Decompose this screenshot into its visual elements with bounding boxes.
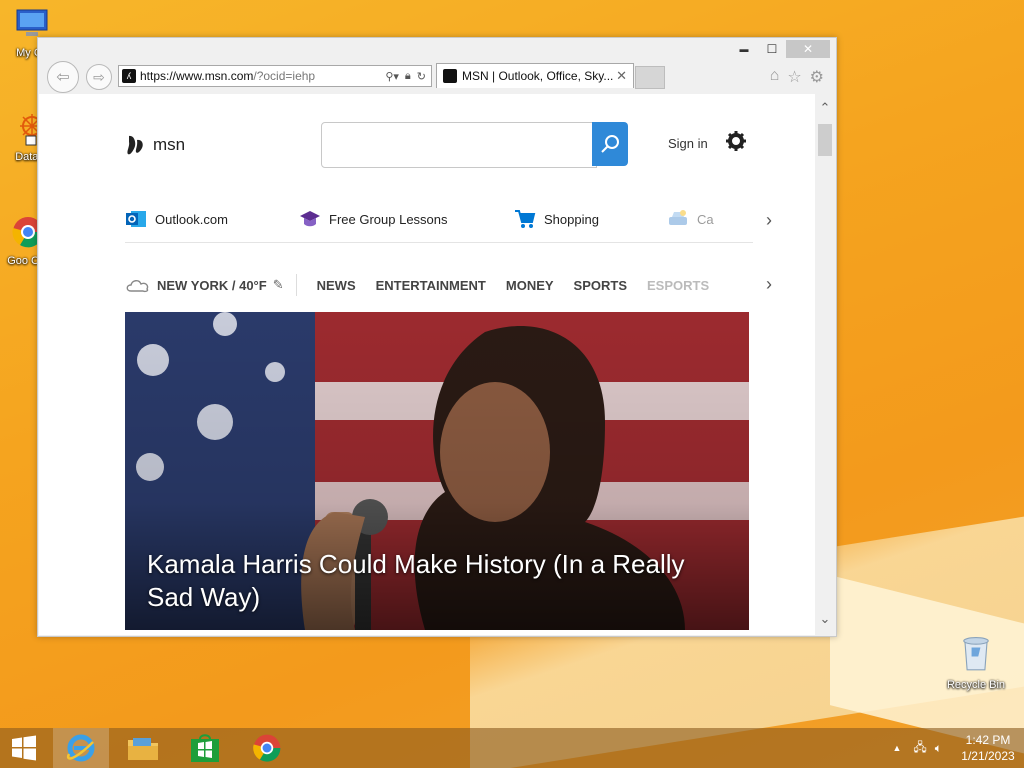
- scroll-down-arrow-icon[interactable]: ⌄: [815, 611, 835, 629]
- quick-link-cars[interactable]: Ca: [667, 208, 714, 230]
- nav-money[interactable]: MONEY: [506, 278, 554, 293]
- clock-time: 1:42 PM: [965, 733, 1011, 747]
- address-bar[interactable]: ʎ https://www.msn.com /?ocid=iehp ⚲▾ 🔒︎ …: [118, 65, 432, 87]
- nav-sports[interactable]: SPORTS: [574, 278, 627, 293]
- browser-tab-msn[interactable]: MSN | Outlook, Office, Sky... ✕: [436, 63, 634, 88]
- window-controls: ▬ ☐ ✕: [730, 40, 830, 60]
- address-tools: ⚲▾ 🔒︎ ↻: [385, 70, 431, 83]
- refresh-icon[interactable]: ↻: [417, 70, 426, 83]
- tab-close-icon[interactable]: ✕: [616, 68, 627, 84]
- edit-pencil-icon[interactable]: ✎: [273, 277, 284, 293]
- desktop-icon-recycle-bin[interactable]: Recycle Bin: [940, 630, 1012, 692]
- new-tab-button[interactable]: [635, 66, 665, 89]
- sign-in-link[interactable]: Sign in: [668, 136, 708, 151]
- quick-link-label: Ca: [697, 211, 714, 227]
- weather-text: NEW YORK / 40°F: [157, 277, 267, 293]
- page-viewport: msn Sign in Outlook.com Free Group Lesso…: [39, 94, 835, 635]
- quick-link-label: Shopping: [544, 211, 599, 227]
- browser-window: ▬ ☐ ✕ ⇦ ⇨ ʎ https://www.msn.com /?ocid=i…: [37, 37, 837, 637]
- msn-favicon-icon: [443, 69, 457, 83]
- minimize-button[interactable]: ▬: [730, 40, 758, 58]
- volume-icon[interactable]: 🔈︎: [935, 741, 942, 756]
- recycle-bin-icon: [963, 637, 989, 671]
- system-tray: ▲ 🖧 🔈︎ 1:42 PM 1/21/2023: [892, 728, 1024, 768]
- settings-gear-icon[interactable]: [725, 130, 747, 152]
- category-nav: NEW YORK / 40°F ✎ NEWS ENTERTAINMENT MON…: [125, 274, 765, 296]
- home-icon[interactable]: ⌂: [770, 67, 780, 87]
- scroll-up-arrow-icon[interactable]: ⌃: [815, 100, 835, 118]
- start-button[interactable]: [0, 728, 48, 768]
- cloud-icon: [126, 280, 149, 293]
- taskbar: ▲ 🖧 🔈︎ 1:42 PM 1/21/2023: [0, 728, 1024, 768]
- show-hidden-icons-icon[interactable]: ▲: [892, 743, 901, 753]
- msn-favicon-icon: ʎ: [122, 69, 136, 83]
- nav-entertainment[interactable]: ENTERTAINMENT: [376, 278, 486, 293]
- windows-logo-icon: [12, 735, 36, 761]
- forward-arrow-icon: ⇨: [93, 68, 105, 85]
- forward-button[interactable]: ⇨: [86, 64, 112, 90]
- browser-toolbar-right: ⌂ ☆ ⚙: [770, 67, 824, 87]
- search-button[interactable]: [592, 122, 628, 166]
- maximize-button[interactable]: ☐: [758, 40, 786, 58]
- taskbar-store[interactable]: [177, 728, 233, 768]
- store-icon: [191, 734, 219, 762]
- hero-story[interactable]: Kamala Harris Could Make History (In a R…: [125, 312, 749, 630]
- search-dropdown-icon[interactable]: ⚲▾: [385, 70, 399, 83]
- desktop-icon-label: Recycle Bin: [946, 679, 1006, 691]
- folder-icon: [128, 738, 158, 760]
- settings-gear-icon[interactable]: ⚙: [810, 67, 824, 87]
- taskbar-google-chrome[interactable]: [239, 728, 295, 768]
- quick-links-next-arrow-icon[interactable]: ›: [766, 210, 772, 231]
- shopping-cart-icon: [515, 210, 536, 228]
- quick-link-free-group-lessons[interactable]: Free Group Lessons: [299, 208, 448, 230]
- vertical-scrollbar[interactable]: ⌃ ⌄: [815, 94, 835, 635]
- lock-icon[interactable]: 🔒︎: [405, 70, 411, 83]
- nav-esports[interactable]: ESPORTS: [647, 278, 709, 293]
- outlook-icon: [126, 211, 146, 227]
- clock[interactable]: 1:42 PM 1/21/2023: [952, 732, 1024, 764]
- weather-widget[interactable]: NEW YORK / 40°F ✎: [125, 274, 297, 296]
- chrome-icon: [253, 734, 281, 762]
- search-icon: [601, 135, 619, 153]
- quick-link-label: Free Group Lessons: [329, 211, 448, 227]
- graduation-cap-icon: [300, 211, 320, 227]
- quick-link-outlook[interactable]: Outlook.com: [125, 208, 228, 230]
- msn-butterfly-icon: [127, 135, 143, 155]
- close-button[interactable]: ✕: [786, 40, 830, 58]
- nav-news[interactable]: NEWS: [317, 278, 356, 293]
- address-host: https://www.msn.com: [140, 69, 254, 83]
- internet-explorer-icon: [66, 734, 95, 762]
- tab-title: MSN | Outlook, Office, Sky...: [462, 69, 614, 83]
- car-icon: [669, 210, 687, 225]
- back-arrow-icon: ⇦: [56, 69, 70, 86]
- taskbar-internet-explorer[interactable]: [53, 728, 109, 768]
- favorites-star-icon[interactable]: ☆: [787, 67, 801, 87]
- navigation-bar: ⇦ ⇨ ʎ https://www.msn.com /?ocid=iehp ⚲▾…: [38, 60, 836, 93]
- clock-date: 1/21/2023: [961, 749, 1015, 763]
- taskbar-file-explorer[interactable]: [115, 728, 171, 768]
- hero-headline: Kamala Harris Could Make History (In a R…: [147, 549, 685, 612]
- back-button[interactable]: ⇦: [47, 61, 79, 93]
- quick-link-label: Outlook.com: [155, 211, 228, 227]
- msn-logo[interactable]: msn: [125, 132, 185, 158]
- quick-links: Outlook.com Free Group Lessons Shopping: [125, 208, 753, 243]
- address-path: /?ocid=iehp: [253, 69, 316, 83]
- quick-link-shopping[interactable]: Shopping: [514, 208, 599, 230]
- network-icon[interactable]: 🖧: [913, 738, 926, 759]
- scroll-thumb[interactable]: [818, 124, 832, 156]
- search-input[interactable]: [321, 122, 597, 168]
- msn-logo-text: msn: [153, 135, 186, 154]
- category-nav-next-arrow-icon[interactable]: ›: [766, 274, 772, 295]
